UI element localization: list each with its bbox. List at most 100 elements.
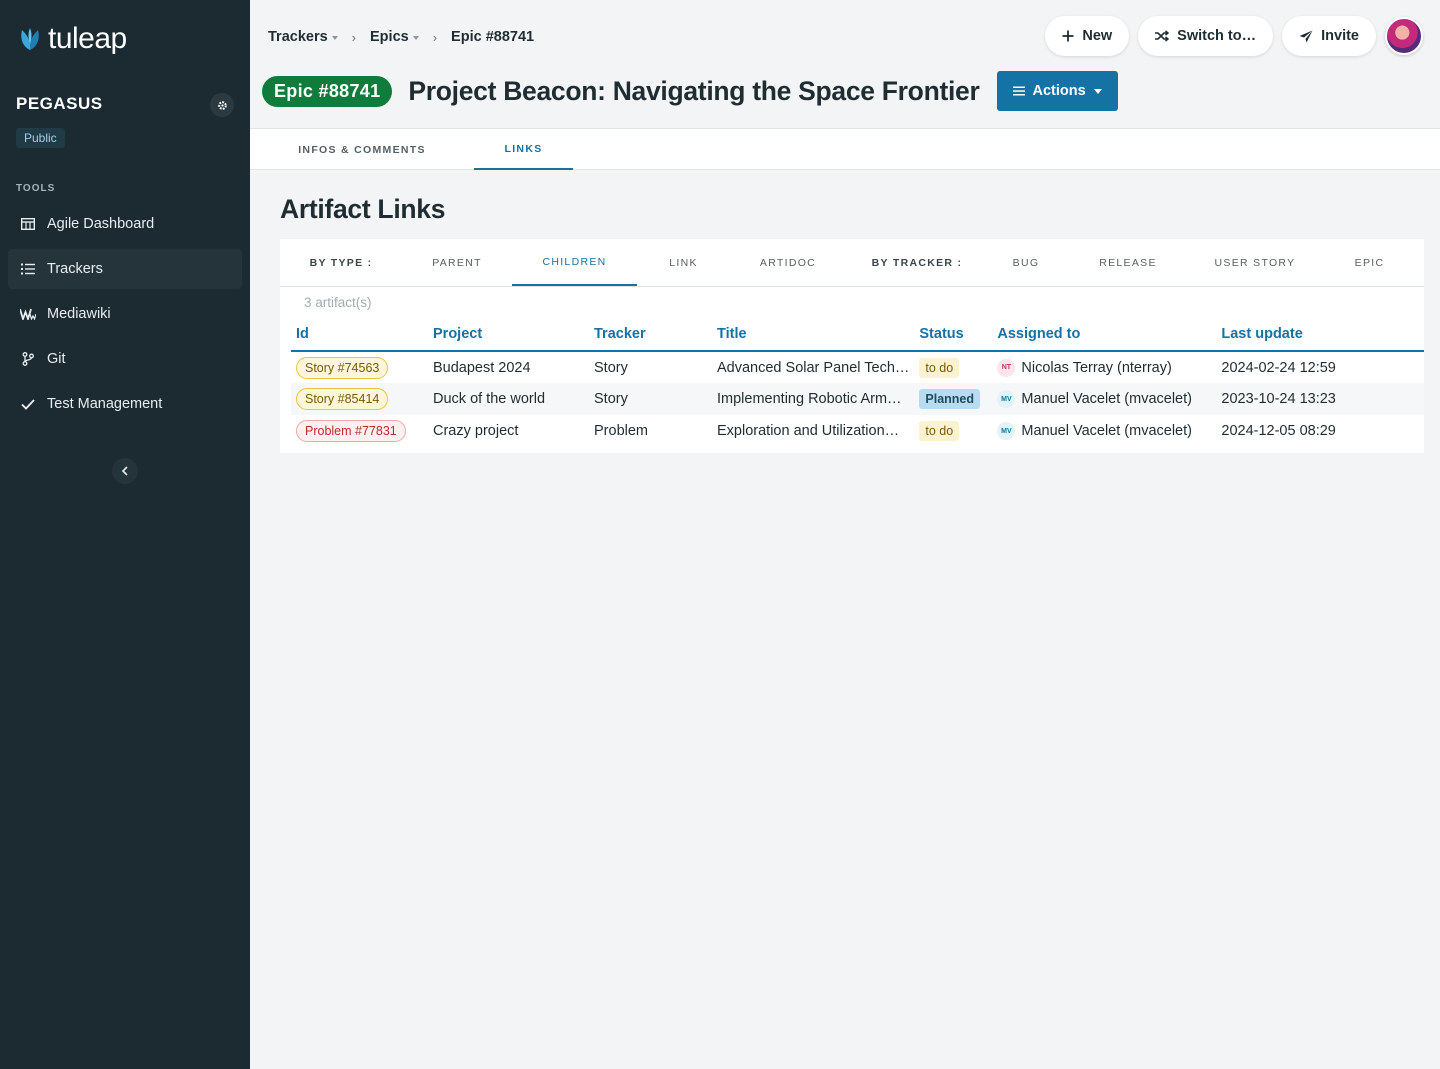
filter-link[interactable]: LINK: [637, 239, 730, 286]
cell-project: Crazy project: [433, 423, 519, 439]
column-header-status[interactable]: Status: [914, 318, 993, 352]
breadcrumb-label: Epic #88741: [451, 29, 535, 45]
avatar: MV: [997, 390, 1016, 408]
avatar: MV: [997, 422, 1016, 440]
filter-bug[interactable]: BUG: [988, 239, 1064, 286]
sidebar-item-trackers[interactable]: Trackers: [8, 249, 242, 289]
artifact-id-link[interactable]: Story #85414: [296, 388, 389, 410]
cell-assigned-to: MV Manuel Vacelet (mvacelet): [992, 383, 1217, 415]
artifact-links-panel: BY TYPE : PARENT CHILDREN LINK ARTIDOC B…: [280, 239, 1424, 453]
cell-status: to do: [914, 415, 992, 447]
breadcrumb-label: Epics: [370, 29, 409, 45]
cell-id: Problem #77831: [291, 415, 428, 447]
table-header-row: Id Project Tracker Title Status Assigned…: [291, 318, 1424, 352]
user-avatar[interactable]: [1385, 17, 1423, 55]
shuffle-icon: [1155, 30, 1170, 42]
tools-nav: Agile Dashboard Trackers Mediawiki Git T…: [8, 204, 242, 429]
artifact-title-row: Epic #88741 Project Beacon: Navigating t…: [262, 71, 1118, 111]
filter-parent[interactable]: PARENT: [402, 239, 512, 286]
logo-text: tuleap: [48, 22, 127, 55]
cell-title: Implementing Robotic Arm…: [712, 383, 915, 415]
assignee-name: Manuel Vacelet (mvacelet): [1021, 391, 1192, 407]
project-settings-button[interactable]: [210, 93, 234, 117]
status-badge: to do: [919, 421, 960, 441]
sidebar-item-label: Mediawiki: [47, 306, 111, 322]
links-content: Artifact Links BY TYPE : PARENT CHILDREN…: [280, 170, 1424, 453]
cell-title: Advanced Solar Panel Tech…: [712, 351, 914, 383]
cell-project: Duck of the world: [428, 383, 589, 415]
chevron-right-icon: ›: [432, 29, 438, 45]
assignee-name: Manuel Vacelet (mvacelet): [1021, 423, 1192, 439]
breadcrumb-trackers[interactable]: Trackers: [268, 29, 338, 45]
collapse-sidebar-button[interactable]: [112, 458, 138, 484]
invite-button[interactable]: Invite: [1282, 16, 1376, 56]
page-header: Trackers › Epics › Epic #88741 New Switc…: [250, 0, 1440, 128]
column-header-tracker[interactable]: Tracker: [589, 318, 712, 352]
tuleap-logo[interactable]: tuleap: [18, 22, 127, 56]
avatar: NT: [997, 358, 1016, 377]
artifact-title-link[interactable]: Implementing Robotic Arm…: [717, 391, 909, 407]
sidebar-item-test-management[interactable]: Test Management: [8, 384, 242, 424]
switch-to-label: Switch to…: [1177, 28, 1257, 44]
status-badge: to do: [919, 357, 960, 378]
cell-status: to do: [914, 351, 992, 383]
artifact-id-badge: Epic #88741: [262, 75, 393, 107]
sidebar-item-git[interactable]: Git: [8, 339, 242, 379]
column-header-assigned-to[interactable]: Assigned to: [992, 318, 1217, 352]
page-title: Project Beacon: Navigating the Space Fro…: [408, 75, 980, 106]
breadcrumb-epics[interactable]: Epics: [370, 29, 419, 45]
filter-user-story[interactable]: USER STORY: [1192, 239, 1318, 286]
cell-assigned-to: NT Nicolas Terray (nterray): [992, 351, 1216, 383]
artifact-count: 3 artifact(s): [304, 295, 372, 310]
breadcrumb: Trackers › Epics › Epic #88741: [268, 29, 534, 45]
table-icon: [20, 216, 36, 232]
breadcrumb-label: Trackers: [268, 29, 328, 45]
sidebar-item-agile-dashboard[interactable]: Agile Dashboard: [8, 204, 242, 244]
cell-assigned-to: MV Manuel Vacelet (mvacelet): [992, 415, 1216, 447]
column-header-id[interactable]: Id: [291, 318, 428, 352]
artifact-title-link[interactable]: Advanced Solar Panel Tech…: [717, 360, 909, 376]
column-header-title[interactable]: Title: [712, 318, 915, 352]
cell-project: Budapest 2024: [433, 359, 531, 376]
top-actions: New Switch to… Invite: [1045, 16, 1423, 56]
visibility-badge: Public: [16, 128, 65, 148]
project-name[interactable]: PEGASUS: [16, 94, 103, 114]
artifact-id-link[interactable]: Problem #77831: [296, 420, 406, 442]
cell-tracker: Story: [589, 383, 712, 415]
tools-heading: TOOLS: [16, 183, 56, 194]
invite-label: Invite: [1321, 28, 1359, 44]
breadcrumb-current-artifact[interactable]: Epic #88741: [451, 29, 534, 45]
caret-down-icon: [412, 36, 419, 40]
table-row: Story #74563 Budapest 2024 Story Advance…: [291, 351, 1424, 383]
actions-dropdown-button[interactable]: Actions: [996, 71, 1118, 111]
wiki-icon: [20, 306, 36, 322]
cell-tracker: Problem: [594, 423, 648, 439]
section-title: Artifact Links: [280, 194, 446, 224]
switch-to-button[interactable]: Switch to…: [1138, 16, 1274, 56]
filter-epic[interactable]: EPIC: [1318, 239, 1421, 286]
tab-links[interactable]: LINKS: [474, 129, 573, 170]
status-badge: Planned: [919, 389, 981, 409]
caret-down-icon: [1093, 88, 1102, 94]
panel-bottom-spacer: [280, 447, 1424, 453]
paper-plane-icon: [1299, 30, 1313, 43]
actions-label: Actions: [1032, 83, 1086, 99]
column-header-last-update[interactable]: Last update: [1216, 318, 1424, 352]
cell-last-update: 2024-02-24 12:59: [1221, 359, 1336, 376]
filter-release[interactable]: RELEASE: [1064, 239, 1192, 286]
tab-infos-comments[interactable]: INFOS & COMMENTS: [250, 129, 474, 170]
new-button[interactable]: New: [1045, 16, 1130, 56]
cell-id: Story #85414: [291, 383, 428, 415]
filter-children[interactable]: CHILDREN: [512, 239, 637, 286]
artifact-title-link[interactable]: Exploration and Utilization…: [717, 423, 909, 439]
list-icon: [20, 261, 36, 277]
table-row: Problem #77831 Crazy project Problem Exp…: [291, 415, 1424, 447]
sidebar-item-label: Trackers: [47, 261, 103, 277]
column-header-project[interactable]: Project: [428, 318, 589, 352]
new-button-label: New: [1082, 28, 1113, 44]
sidebar-item-mediawiki[interactable]: Mediawiki: [8, 294, 242, 334]
plus-icon: [1062, 30, 1074, 42]
filter-artidoc[interactable]: ARTIDOC: [730, 239, 846, 286]
artifact-id-link[interactable]: Story #74563: [296, 356, 389, 379]
tuleap-logo-icon: [18, 26, 42, 52]
